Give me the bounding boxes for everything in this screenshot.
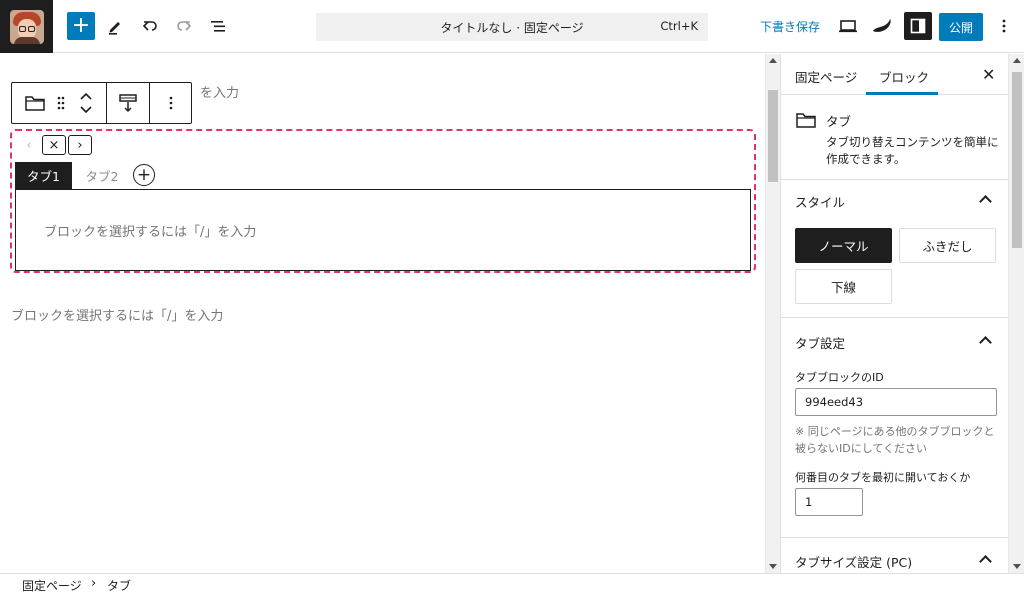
undo-icon xyxy=(142,21,157,31)
style-underline-button[interactable]: 下線 xyxy=(795,269,892,304)
undo-button[interactable] xyxy=(136,12,164,40)
tab-2[interactable]: タブ2 xyxy=(76,162,128,189)
tab-size-panel: タブサイズ設定 (PC) xyxy=(781,538,1008,573)
close-sidebar-button[interactable]: ✕ xyxy=(982,65,995,84)
block-card: タブ タブ切り替えコンテンツを簡単に作成できます。 xyxy=(781,95,1008,180)
list-view-icon xyxy=(211,21,225,32)
editor-header: + タイトルなし · 固定ページ Ctrl+K 下書き保存 公開 xyxy=(0,0,1024,53)
hidden-paragraph-hint: を入力 xyxy=(200,86,240,101)
add-block-button[interactable]: + xyxy=(67,12,95,40)
tab-page[interactable]: 固定ページ xyxy=(795,67,857,86)
redo-icon xyxy=(177,21,192,31)
tab-settings-panel: タブ設定 タブブロックのID 994eed43 ※ 同じページにある他のタブブロ… xyxy=(781,318,1008,538)
more-vertical-icon xyxy=(169,96,173,110)
more-vertical-icon xyxy=(1002,19,1006,33)
tab-id-label: タブブロックのID xyxy=(795,371,884,384)
tab-prev-button[interactable]: ‹ xyxy=(17,135,41,155)
preview-button[interactable] xyxy=(834,12,862,40)
sidebar-tabs: 固定ページ ブロック ✕ xyxy=(781,54,1008,95)
breadcrumb: 固定ページ › タブ xyxy=(0,573,1024,594)
sidebar-icon xyxy=(910,18,926,34)
tools-button[interactable] xyxy=(101,12,129,40)
block-options-button[interactable] xyxy=(151,83,191,123)
block-type-button[interactable] xyxy=(18,83,52,123)
style-panel: スタイル ノーマル ふきだし 下線 xyxy=(781,180,1008,318)
plus-icon: + xyxy=(71,13,91,38)
theme-plugin-button[interactable] xyxy=(868,12,896,40)
style-section-title[interactable]: スタイル xyxy=(795,192,845,211)
block-toolbar xyxy=(11,82,192,124)
breadcrumb-item-tab[interactable]: タブ xyxy=(107,577,131,594)
drag-handle[interactable] xyxy=(52,83,70,123)
settings-sidebar-toggle[interactable] xyxy=(904,12,932,40)
chevron-up-icon[interactable] xyxy=(979,336,992,349)
canvas-scrollbar[interactable] xyxy=(765,54,780,573)
publish-button[interactable]: 公開 xyxy=(939,13,983,41)
tab-block-icon xyxy=(796,113,816,128)
tab-size-title[interactable]: タブサイズ設定 (PC) xyxy=(795,552,912,571)
paragraph-placeholder[interactable]: ブロックを選択するには「/」を入力 xyxy=(11,305,223,324)
tab-block[interactable]: ‹ × › タブ1 タブ2 + ブロックを選択するには「/」を入力 xyxy=(10,129,756,273)
chevron-up-icon[interactable] xyxy=(979,555,992,568)
style-normal-button[interactable]: ノーマル xyxy=(795,228,892,263)
tab-block-icon xyxy=(25,96,45,111)
command-palette-bar[interactable]: タイトルなし · 固定ページ Ctrl+K xyxy=(316,13,708,41)
tab-id-help: ※ 同じページにある他のタブブロックと被らないIDにしてください xyxy=(795,425,995,455)
open-index-input[interactable]: 1 xyxy=(795,488,863,516)
block-description: タブ切り替えコンテンツを簡単に作成できます。 xyxy=(826,135,999,166)
add-tab-button[interactable]: + xyxy=(133,164,155,186)
block-placeholder[interactable]: ブロックを選択するには「/」を入力 xyxy=(44,221,256,240)
tab-id-input[interactable]: 994eed43 xyxy=(795,388,997,416)
align-icon xyxy=(119,94,137,112)
options-menu-button[interactable] xyxy=(990,12,1018,40)
tab-delete-button[interactable]: × xyxy=(42,135,66,155)
avatar xyxy=(9,9,44,44)
tab-panel[interactable]: ブロックを選択するには「/」を入力 xyxy=(15,189,751,271)
chevron-up-down-icon xyxy=(80,92,92,114)
block-name: タブ xyxy=(826,114,852,129)
document-title: タイトルなし · 固定ページ xyxy=(440,21,584,35)
tab-block-settings[interactable]: ブロック xyxy=(879,67,929,86)
tab-settings-title[interactable]: タブ設定 xyxy=(795,333,845,352)
breadcrumb-item-page[interactable]: 固定ページ xyxy=(22,577,82,594)
drag-handle-icon xyxy=(57,96,65,110)
site-logo-button[interactable] xyxy=(0,0,53,53)
document-overview-button[interactable] xyxy=(204,12,232,40)
move-up-down-buttons[interactable] xyxy=(74,83,98,123)
breadcrumb-separator: › xyxy=(91,576,97,591)
redo-button[interactable] xyxy=(170,12,198,40)
sidebar-scrollbar[interactable] xyxy=(1008,54,1024,573)
open-index-label: 何番目のタブを最初に開いておくか xyxy=(795,471,971,484)
chevron-up-icon[interactable] xyxy=(979,195,992,208)
plus-icon: + xyxy=(136,164,152,185)
shortcut-hint: Ctrl+K xyxy=(660,19,698,33)
style-balloon-button[interactable]: ふきだし xyxy=(899,228,996,263)
desktop-icon xyxy=(839,20,857,33)
save-draft-button[interactable]: 下書き保存 xyxy=(760,18,820,35)
tab-next-button[interactable]: › xyxy=(68,135,92,155)
pencil-icon xyxy=(109,22,120,35)
settings-sidebar: 固定ページ ブロック ✕ タブ タブ切り替えコンテンツを簡単に作成できます。 ス… xyxy=(780,54,1008,573)
tab-alignment-button[interactable] xyxy=(108,83,148,123)
tab-1[interactable]: タブ1 xyxy=(15,162,72,189)
leaf-icon xyxy=(873,19,891,32)
